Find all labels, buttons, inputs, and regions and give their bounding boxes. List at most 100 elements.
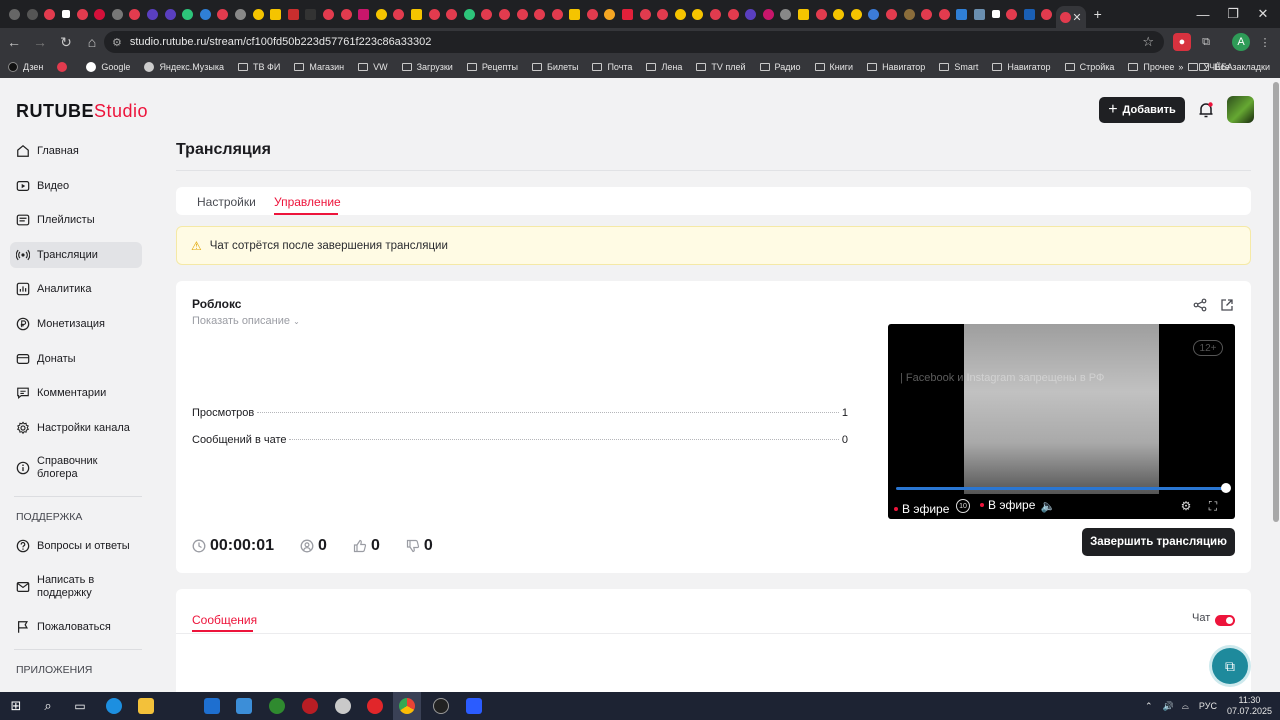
sidebar-item-comments[interactable]: Комментарии [10,380,142,406]
sidebar-item-write-support[interactable]: Написать в поддержку [10,568,142,606]
support-chat-button[interactable]: ⧉ [1212,648,1248,684]
player-settings-gear-icon[interactable]: ⚙ [1179,499,1193,513]
tab-favicon[interactable] [446,8,458,20]
bookmark-folder[interactable]: VW [358,62,388,72]
app-icon[interactable] [466,698,482,714]
tab-favicon[interactable] [551,8,563,20]
tab-favicon[interactable] [199,8,211,20]
tab-favicon[interactable] [639,8,651,20]
tab-favicon[interactable] [287,8,299,20]
close-tab-icon[interactable]: ✕ [1072,11,1081,24]
language-indicator[interactable]: РУС [1199,701,1217,711]
tab-favicon[interactable] [956,8,968,20]
tab-management[interactable]: Управление [274,195,341,209]
all-bookmarks-folder[interactable]: Все закладки [1199,62,1270,72]
sidebar-item-channel-settings[interactable]: Настройки канала [10,415,142,441]
tab-favicon[interactable] [322,8,334,20]
bookmark-item[interactable]: Дзен [8,62,43,72]
tab-favicon[interactable] [833,8,845,20]
tab-favicon[interactable] [885,8,897,20]
network-icon[interactable]: ⌓ [1182,701,1189,712]
tab-favicon[interactable] [270,8,282,20]
tab-favicon[interactable] [44,8,56,20]
tab-favicon[interactable] [498,8,510,20]
tab-favicon[interactable] [516,8,528,20]
windows-start-icon[interactable]: ⊞ [8,698,24,714]
tab-favicon[interactable] [94,8,106,20]
tab-favicon[interactable] [780,8,792,20]
tab-settings[interactable]: Настройки [197,195,256,209]
tab-favicon[interactable] [375,8,387,20]
forward-icon[interactable]: → [28,30,52,54]
tab-favicon[interactable] [182,8,194,20]
tab-favicon[interactable] [534,8,546,20]
show-description-toggle[interactable]: Показать описание ⌄ [192,315,300,327]
sidebar-item-monetization[interactable]: Монетизация [10,311,142,337]
tab-favicon[interactable] [62,10,71,18]
sidebar-item-home[interactable]: Главная [10,138,142,164]
open-external-icon[interactable] [1220,298,1234,312]
sidebar-item-video[interactable]: Видео [10,173,142,199]
tab-favicon[interactable] [235,8,247,20]
outlook-icon[interactable] [204,698,220,714]
tab-favicon[interactable] [604,8,616,20]
fullscreen-icon[interactable]: ⛶ [1206,499,1220,513]
bookmark-folder[interactable]: Прочее [1128,62,1174,72]
bookmark-item[interactable]: Google [86,62,130,72]
tab-favicon[interactable] [358,8,370,20]
tab-favicon[interactable] [217,8,229,20]
rutube-studio-logo[interactable]: RUTUBEStudio [16,101,148,122]
tab-favicon[interactable] [762,8,774,20]
bookmark-folder[interactable]: Загрузки [401,62,453,72]
yandex-browser-icon[interactable] [367,698,383,714]
browser-menu-icon[interactable]: ⋮ [1256,33,1274,51]
close-window-icon[interactable]: ✕ [1248,0,1278,28]
extension-icon[interactable]: ● [1173,33,1191,51]
bookmark-folder[interactable]: Лена [646,62,682,72]
tab-favicon[interactable] [76,8,88,20]
scrollbar-thumb[interactable] [1273,82,1279,522]
tab-favicon[interactable] [481,8,493,20]
bookmark-folder[interactable]: TV плей [696,62,746,72]
tab-favicon[interactable] [1006,8,1018,20]
url-input[interactable]: ⚙ studio.rutube.ru/stream/cf100fd50b223d… [104,31,1164,53]
tab-favicon[interactable] [340,8,352,20]
search-icon[interactable]: ⌕ [40,698,56,714]
tab-favicon[interactable] [868,8,880,20]
tab-search-icon[interactable] [9,8,21,20]
sidebar-item-donations[interactable]: Донаты [10,346,142,372]
bookmark-folder[interactable]: Радио [759,62,801,72]
reload-icon[interactable]: ↻ [54,30,78,54]
tab-favicon[interactable] [798,8,810,20]
obs-icon[interactable] [433,698,449,714]
bookmark-star-icon[interactable]: ☆ [1142,34,1154,50]
tab-favicon[interactable] [973,8,985,20]
sidebar-item-faq[interactable]: Вопросы и ответы [10,533,142,559]
tab-favicon[interactable] [815,8,827,20]
add-content-button[interactable]: + Добавить [1099,97,1185,123]
bookmark-folder[interactable]: Стройка [1064,62,1114,72]
tab-favicon[interactable] [428,8,440,20]
chat-toggle[interactable] [1215,615,1235,626]
tab-favicon[interactable] [692,8,704,20]
tab-favicon[interactable] [850,8,862,20]
task-view-icon[interactable]: ▭ [72,698,88,714]
tab-favicon[interactable] [657,8,669,20]
profile-avatar-icon[interactable]: A [1232,33,1250,51]
tab-favicon[interactable] [410,8,422,20]
chrome-icon[interactable] [399,698,415,714]
bookmark-folder[interactable]: Магазин [294,62,344,72]
tab-favicon[interactable] [569,8,581,20]
tab-favicon[interactable] [305,8,317,20]
share-icon[interactable] [1193,298,1207,312]
user-avatar[interactable] [1227,96,1254,123]
tab-favicon[interactable] [1023,8,1035,20]
bookmark-folder[interactable]: Smart [939,62,978,72]
active-tab[interactable]: ✕ [1055,6,1086,28]
tab-favicon[interactable] [463,8,475,20]
bookmark-folder[interactable]: Билеты [531,62,578,72]
tab-favicon[interactable] [991,10,1000,18]
bookmark-folder[interactable]: Рецепты [466,62,518,72]
tab-favicon[interactable] [674,8,686,20]
tab-favicon[interactable] [710,8,722,20]
